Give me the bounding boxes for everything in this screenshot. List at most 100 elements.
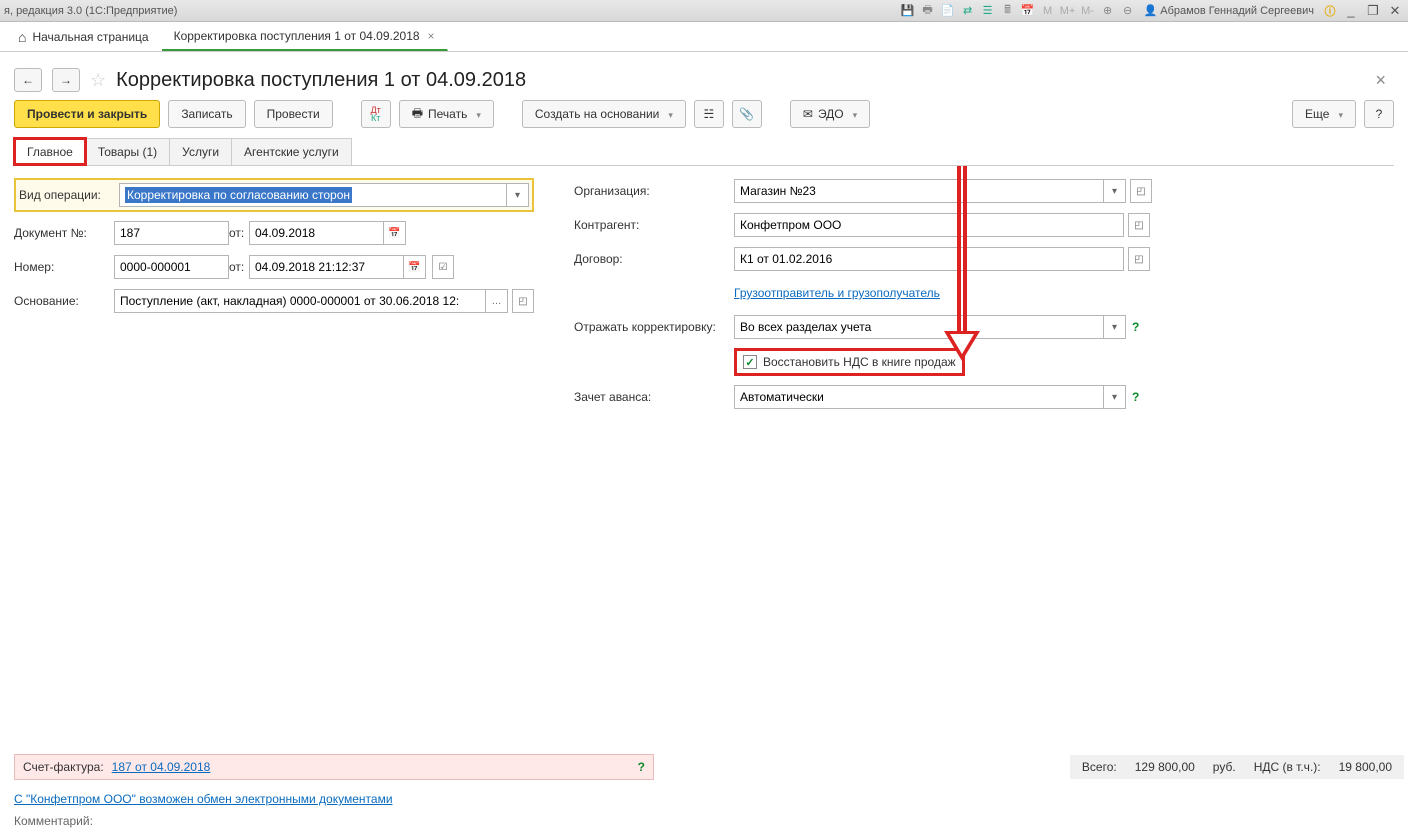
calendar-icon[interactable]: 📅 (404, 255, 426, 279)
help-icon[interactable]: ? (1132, 390, 1139, 404)
info-icon[interactable]: ⓘ (1322, 3, 1338, 19)
comment-label: Комментарий: (14, 814, 93, 828)
row-org: Организация: ▾ ◰ (574, 178, 1194, 204)
right-column: Организация: ▾ ◰ Контрагент: ◰ Договор: … (574, 178, 1194, 418)
tab-document[interactable]: Корректировка поступления 1 от 04.09.201… (162, 22, 448, 51)
reflect-label: Отражать корректировку: (574, 320, 734, 334)
restore-vat-checkbox[interactable]: ✓ (743, 355, 757, 369)
post-close-button[interactable]: Провести и закрыть (14, 100, 160, 128)
dtkt-icon: ДтКт (371, 106, 381, 122)
open-icon[interactable]: ◰ (1128, 213, 1150, 237)
dropdown-icon[interactable]: ▾ (507, 183, 529, 207)
advance-label: Зачет аванса: (574, 390, 734, 404)
doc-date-input[interactable] (249, 221, 384, 245)
help-button[interactable]: ? (1364, 100, 1394, 128)
print-icon[interactable]: 🖶 (920, 3, 936, 19)
more-button[interactable]: Еще (1292, 100, 1356, 128)
row-shipper: Грузоотправитель и грузополучатель (574, 280, 1194, 306)
page-close-icon[interactable]: × (1375, 70, 1394, 91)
window-titlebar: я, редакция 3.0 (1С:Предприятие) 💾 🖶 📄 ⇄… (0, 0, 1408, 22)
calendar-icon[interactable]: 📅 (1020, 3, 1036, 19)
form-tabs: Главное Товары (1) Услуги Агентские услу… (14, 138, 1394, 165)
doc-icon[interactable]: 📄 (940, 3, 956, 19)
toolbar: Провести и закрыть Записать Провести ДтК… (0, 100, 1408, 138)
footer: Счет-фактура: 187 от 04.09.2018 ? Всего:… (0, 752, 1408, 828)
favorite-icon[interactable]: ☆ (90, 70, 106, 91)
doc-no-label: Документ №: (14, 226, 114, 240)
dropdown-icon[interactable]: ▾ (1104, 315, 1126, 339)
open-icon[interactable]: ◰ (512, 289, 534, 313)
m-plus-icon[interactable]: M+ (1060, 3, 1076, 19)
op-type-select[interactable]: Корректировка по согласованию сторон (119, 183, 507, 207)
op-type-label: Вид операции: (19, 188, 119, 202)
window-title: я, редакция 3.0 (1С:Предприятие) (4, 5, 177, 17)
invoice-box: Счет-фактура: 187 от 04.09.2018 ? (14, 754, 654, 780)
dropdown-icon[interactable]: ▾ (1104, 385, 1126, 409)
structure-button[interactable]: ☵ (694, 100, 724, 128)
total-label: Всего: (1082, 760, 1117, 774)
calc-icon[interactable]: 🖩 (1000, 3, 1016, 19)
left-column: Вид операции: Корректировка по согласова… (14, 178, 534, 418)
calendar-icon[interactable]: 📅 (384, 221, 406, 245)
row-doc-no: Документ №: от: 📅 (14, 220, 534, 246)
print-button[interactable]: 🖶Печать (399, 100, 494, 128)
zoom-in-icon[interactable]: ⊕ (1100, 3, 1116, 19)
attach-button[interactable]: 📎 (732, 100, 762, 128)
edo-button[interactable]: ✉ЭДО (790, 100, 870, 128)
restore-icon[interactable]: ❐ (1364, 3, 1382, 19)
save-button[interactable]: Записать (168, 100, 245, 128)
advance-select[interactable] (734, 385, 1104, 409)
dtkt-button[interactable]: ДтКт (361, 100, 391, 128)
edo-exchange-link[interactable]: С "Конфетпром ООО" возможен обмен электр… (14, 792, 393, 806)
tab-home[interactable]: Начальная страница (6, 22, 162, 51)
close-icon[interactable]: ✕ (1386, 3, 1404, 19)
formtab-agent[interactable]: Агентские услуги (231, 138, 352, 165)
forward-button[interactable]: → (52, 68, 80, 92)
stamp-button[interactable]: ☑ (432, 255, 454, 279)
org-input[interactable] (734, 179, 1104, 203)
restore-vat-highlight: ✓ Восстановить НДС в книге продаж (734, 348, 965, 376)
formtab-services[interactable]: Услуги (169, 138, 232, 165)
row-restore-vat: ✓ Восстановить НДС в книге продаж (574, 348, 1194, 376)
row-advance: Зачет аванса: ▾ ? (574, 384, 1194, 410)
post-button[interactable]: Провести (254, 100, 333, 128)
formtab-goods[interactable]: Товары (1) (85, 138, 170, 165)
op-type-value: Корректировка по согласованию сторон (125, 187, 352, 203)
structure-icon: ☵ (704, 107, 715, 121)
zoom-out-icon[interactable]: ⊖ (1120, 3, 1136, 19)
calc-list-icon[interactable]: ☰ (980, 3, 996, 19)
open-icon[interactable]: ◰ (1128, 247, 1150, 271)
formtab-main[interactable]: Главное (14, 138, 86, 165)
minimize-icon[interactable]: _ (1342, 3, 1360, 19)
invoice-link[interactable]: 187 от 04.09.2018 (112, 760, 211, 774)
m-icon[interactable]: M (1040, 3, 1056, 19)
basis-input[interactable] (114, 289, 486, 313)
dog-input[interactable] (734, 247, 1124, 271)
back-button[interactable]: ← (14, 68, 42, 92)
user-name: Абрамов Геннадий Сергеевич (1160, 5, 1314, 17)
help-icon[interactable]: ? (638, 760, 645, 774)
m-minus-icon[interactable]: M- (1080, 3, 1096, 19)
totals-bar: Всего: 129 800,00 руб. НДС (в т.ч.): 19 … (1070, 755, 1404, 779)
compare-icon[interactable]: ⇄ (960, 3, 976, 19)
open-icon[interactable]: ◰ (1130, 179, 1152, 203)
row-dog: Договор: ◰ (574, 246, 1194, 272)
ellipsis-icon[interactable]: … (486, 289, 508, 313)
total-value: 129 800,00 (1135, 760, 1195, 774)
contr-input[interactable] (734, 213, 1124, 237)
shipper-link[interactable]: Грузоотправитель и грузополучатель (734, 286, 940, 300)
tab-close-icon[interactable]: × (428, 29, 435, 43)
help-icon[interactable]: ? (1132, 320, 1139, 334)
user-menu[interactable]: 👤 Абрамов Геннадий Сергеевич (1140, 4, 1318, 17)
titlebar-icons: 💾 🖶 📄 ⇄ ☰ 🖩 📅 M M+ M- ⊕ ⊖ 👤 Абрамов Генн… (900, 3, 1404, 19)
doc-no-input[interactable] (114, 221, 229, 245)
page-title: Корректировка поступления 1 от 04.09.201… (116, 69, 526, 92)
reflect-select[interactable] (734, 315, 1104, 339)
dog-label: Договор: (574, 252, 734, 266)
create-by-button[interactable]: Создать на основании (522, 100, 686, 128)
num-input[interactable] (114, 255, 229, 279)
save-icon[interactable]: 💾 (900, 3, 916, 19)
tab-document-label: Корректировка поступления 1 от 04.09.201… (174, 29, 420, 43)
dropdown-icon[interactable]: ▾ (1104, 179, 1126, 203)
num-date-input[interactable] (249, 255, 404, 279)
